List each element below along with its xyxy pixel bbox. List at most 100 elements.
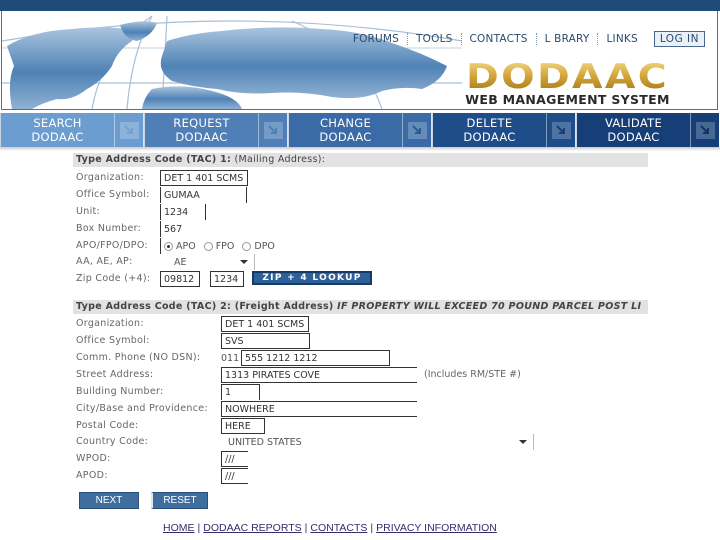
input-edge xyxy=(259,384,260,400)
radio-unselected-icon xyxy=(242,241,252,251)
tac2-postal-row: Postal Code: xyxy=(73,418,648,435)
input-edge xyxy=(205,204,206,220)
state-label: AA, AE, AP: xyxy=(76,256,133,267)
organization-label: Organization: xyxy=(76,172,144,183)
zip-plus4-input[interactable] xyxy=(210,271,244,287)
nav-arrow-button[interactable] xyxy=(546,113,575,147)
country-select[interactable]: UNITED STATES xyxy=(224,434,534,450)
tac1-organization-row: Organization: xyxy=(73,170,648,187)
tac2-building-row: Building Number: xyxy=(73,384,648,401)
tac1-zip-row: Zip Code (+4): ZIP + 4 LOOKUP xyxy=(73,271,648,288)
arrow-down-right-icon xyxy=(407,121,427,139)
tac2-wpod-row: WPOD: xyxy=(73,451,648,468)
nav-label[interactable]: SEARCH DODAAC xyxy=(0,113,114,147)
dodaac-logo: DODAAC WEB MANAGEMENT SYSTEM xyxy=(460,60,675,107)
radio-dpo[interactable]: DPO xyxy=(242,241,275,252)
country-code-label: Country Code: xyxy=(76,436,149,447)
zip-code-input[interactable] xyxy=(160,271,200,287)
reset-button[interactable]: RESET xyxy=(151,492,208,509)
footer-link-privacy[interactable]: PRIVACY INFORMATION xyxy=(376,522,497,534)
arrow-down-right-icon xyxy=(119,121,139,139)
top-links: FORUMS TOOLS CONTACTS L BRARY LINKS LOG … xyxy=(345,30,705,47)
phone-label: Comm. Phone (NO DSN): xyxy=(76,352,201,363)
chevron-down-icon xyxy=(519,440,527,444)
radio-unselected-icon xyxy=(203,241,213,251)
tac1-office-symbol-row: Office Symbol: xyxy=(73,187,648,204)
radio-apo[interactable]: APO xyxy=(164,241,196,252)
tac2-office-symbol-input[interactable] xyxy=(221,333,309,349)
top-link-tools[interactable]: TOOLS xyxy=(408,33,460,45)
footer-link-dodaac-reports[interactable]: DODAAC REPORTS xyxy=(203,522,301,534)
street-address-input[interactable] xyxy=(221,367,417,383)
nav-change-dodaac[interactable]: CHANGE DODAAC xyxy=(288,113,432,147)
nav-label[interactable]: CHANGE DODAAC xyxy=(288,113,402,147)
logo-title: DODAAC xyxy=(443,60,692,94)
radio-fpo[interactable]: FPO xyxy=(203,241,234,252)
nav-arrow-button[interactable] xyxy=(690,113,719,147)
tac1-organization-input[interactable] xyxy=(160,170,248,186)
apod-input[interactable] xyxy=(221,468,248,484)
login-button[interactable]: LOG IN xyxy=(653,30,705,47)
footer-separator: | xyxy=(197,522,201,534)
tac2-street-row: Street Address: (Includes RM/STE #) xyxy=(73,367,648,384)
state-select[interactable]: AE xyxy=(170,254,255,270)
footer-link-home[interactable]: HOME xyxy=(163,522,195,534)
tac1-box-number-input[interactable] xyxy=(160,221,205,237)
nav-label[interactable]: REQUEST DODAAC xyxy=(144,113,258,147)
apod-label: APOD: xyxy=(76,470,108,481)
street-address-label: Street Address: xyxy=(76,369,154,380)
office-symbol-label: Office Symbol: xyxy=(76,335,150,346)
tac2-section-header: Type Address Code (TAC) 2: (Freight Addr… xyxy=(73,300,648,314)
building-number-input[interactable] xyxy=(221,384,259,400)
postal-code-label: Postal Code: xyxy=(76,420,139,431)
wpod-input[interactable] xyxy=(221,451,248,467)
next-button[interactable]: NEXT xyxy=(79,492,139,509)
input-edge xyxy=(309,333,310,349)
phone-input[interactable] xyxy=(241,350,389,366)
tac1-state-row: AA, AE, AP: AE xyxy=(73,254,648,271)
tac1-unit-input[interactable] xyxy=(160,204,205,220)
tac2-organization-row: Organization: xyxy=(73,316,648,333)
top-link-library[interactable]: L BRARY xyxy=(537,33,598,45)
tac2-organization-input[interactable] xyxy=(221,316,309,332)
footer-links: HOME | DODAAC REPORTS | CONTACTS | PRIVACY INF… xyxy=(163,522,497,534)
arrow-down-right-icon xyxy=(263,121,283,139)
nav-request-dodaac[interactable]: REQUEST DODAAC xyxy=(144,113,288,147)
office-symbol-label: Office Symbol: xyxy=(76,189,150,200)
top-link-forums[interactable]: FORUMS xyxy=(345,33,407,45)
header-banner: FORUMS TOOLS CONTACTS L BRARY LINKS LOG … xyxy=(1,11,718,110)
nav-shadow xyxy=(0,147,720,151)
tac1-box-number-row: Box Number: xyxy=(73,221,648,238)
zip-lookup-button[interactable]: ZIP + 4 LOOKUP xyxy=(252,271,372,285)
input-edge xyxy=(246,187,247,203)
nav-arrow-button[interactable] xyxy=(258,113,287,147)
nav-search-dodaac[interactable]: SEARCH DODAAC xyxy=(0,113,144,147)
wpod-label: WPOD: xyxy=(76,453,111,464)
building-number-label: Building Number: xyxy=(76,386,164,397)
postal-code-input[interactable] xyxy=(221,418,265,434)
tac2-city-row: City/Base and Providence: xyxy=(73,401,648,418)
site-header: FORUMS TOOLS CONTACTS L BRARY LINKS LOG … xyxy=(0,0,720,110)
apo-fpo-dpo-label: APO/FPO/DPO: xyxy=(76,240,148,251)
top-link-contacts[interactable]: CONTACTS xyxy=(462,33,536,45)
tac1-office-symbol-input[interactable] xyxy=(160,187,246,203)
nav-label[interactable]: VALIDATE DODAAC xyxy=(576,113,690,147)
footer-link-contacts[interactable]: CONTACTS xyxy=(310,522,367,534)
nav-arrow-button[interactable] xyxy=(402,113,431,147)
footer-separator: | xyxy=(370,522,374,534)
apo-fpo-dpo-radio-group: APO FPO DPO xyxy=(160,238,283,254)
nav-label[interactable]: DELETE DODAAC xyxy=(432,113,546,147)
phone-country-prefix: 011 xyxy=(221,353,240,364)
tac2-phone-row: Comm. Phone (NO DSN): 011 xyxy=(73,350,648,367)
nav-validate-dodaac[interactable]: VALIDATE DODAAC xyxy=(576,113,719,147)
tac2-apod-row: APOD: xyxy=(73,468,648,485)
tac1-apo-row: APO/FPO/DPO: APO FPO DPO xyxy=(73,238,648,255)
nav-arrow-button[interactable] xyxy=(114,113,143,147)
city-input[interactable] xyxy=(221,401,417,417)
nav-delete-dodaac[interactable]: DELETE DODAAC xyxy=(432,113,576,147)
street-address-hint: (Includes RM/STE #) xyxy=(424,369,521,380)
top-link-links[interactable]: LINKS xyxy=(598,33,645,45)
arrow-down-right-icon xyxy=(695,121,715,139)
arrow-down-right-icon xyxy=(551,121,571,139)
header-top-bar xyxy=(0,0,720,11)
